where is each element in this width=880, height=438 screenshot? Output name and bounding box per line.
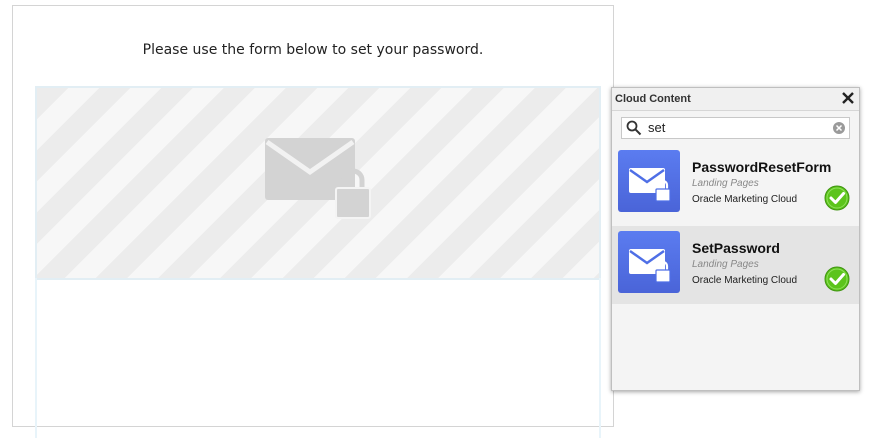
item-name: SetPassword — [692, 240, 780, 256]
locked-envelope-icon — [265, 138, 371, 219]
form-area — [35, 278, 601, 438]
panel-header: Cloud Content — [612, 88, 859, 111]
cloud-content-panel: Cloud Content set PasswordResetForm Land… — [611, 87, 860, 391]
close-icon[interactable] — [841, 91, 855, 105]
intro-text: Please use the form below to set your pa… — [142, 42, 484, 58]
landing-page-thumbnail — [618, 231, 680, 293]
item-source: Oracle Marketing Cloud — [692, 194, 798, 205]
item-category: Landing Pages — [692, 259, 759, 270]
clear-search-icon[interactable] — [833, 122, 845, 134]
landing-page-thumbnail — [618, 150, 680, 212]
panel-title: Cloud Content — [615, 93, 691, 105]
landing-page-canvas: Please use the form below to set your pa… — [12, 5, 614, 438]
content-list: PasswordResetForm Landing Pages Oracle M… — [612, 145, 859, 307]
checkmark-icon — [824, 185, 850, 211]
item-source: Oracle Marketing Cloud — [692, 275, 798, 286]
locked-envelope-icon — [629, 168, 671, 202]
item-category: Landing Pages — [692, 178, 759, 189]
form-placeholder[interactable] — [35, 86, 601, 280]
search-input[interactable] — [648, 119, 818, 136]
search-icon — [626, 120, 642, 136]
search-box — [621, 117, 850, 139]
checkmark-icon — [824, 266, 850, 292]
list-item[interactable]: SetPassword Landing Pages Oracle Marketi… — [612, 226, 859, 304]
list-item[interactable]: PasswordResetForm Landing Pages Oracle M… — [612, 145, 859, 223]
locked-envelope-icon — [629, 249, 671, 283]
item-name: PasswordResetForm — [692, 159, 832, 175]
